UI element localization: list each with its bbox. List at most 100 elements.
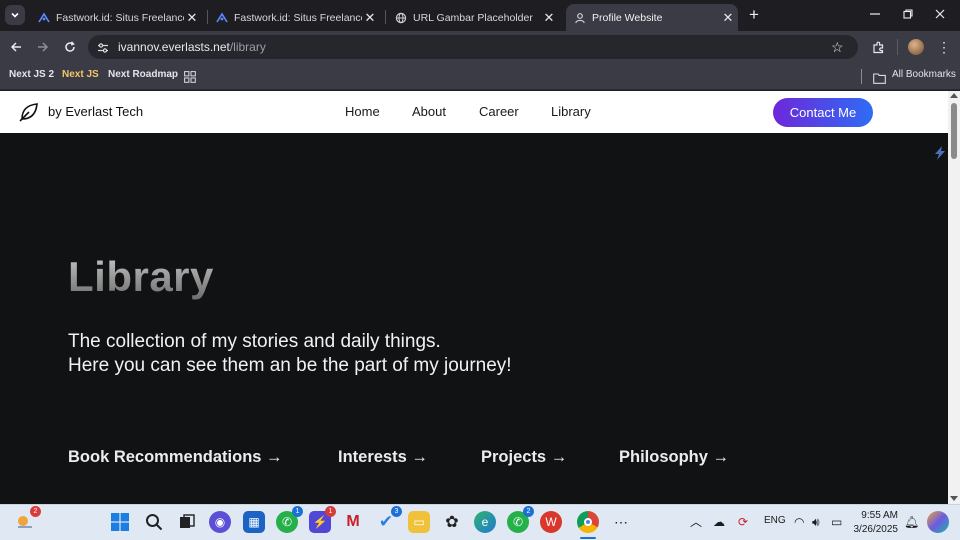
- browser-toolbar: ivannov.everlasts.net/library ☆ ⋮: [0, 31, 960, 63]
- scroll-thumb[interactable]: [951, 103, 957, 159]
- hero-title: Library: [68, 253, 214, 300]
- wifi-icon[interactable]: ◠: [794, 515, 804, 529]
- store-app-icon[interactable]: ▦: [243, 511, 265, 533]
- scroll-down-arrow-icon[interactable]: [950, 496, 958, 501]
- site-navbar: by Everlast Tech Home About Career Libra…: [0, 91, 948, 133]
- link-book-recommendations[interactable]: Book Recommendations →: [68, 448, 283, 467]
- profile-icon: [574, 12, 586, 24]
- lightning-extension-icon[interactable]: [932, 145, 948, 166]
- bookmark-next-roadmap[interactable]: Next Roadmap: [108, 69, 178, 80]
- bookmarks-bar: Next JS 2 Next JS Next Roadmap All Bookm…: [0, 63, 960, 90]
- chatgpt-icon[interactable]: ✿: [441, 511, 463, 533]
- brand-name[interactable]: by Everlast Tech: [48, 104, 143, 119]
- nav-home[interactable]: Home: [345, 104, 380, 119]
- forward-arrow-icon: [38, 42, 49, 52]
- leaf-logo-icon[interactable]: [19, 102, 39, 127]
- folder-icon: [873, 71, 886, 89]
- start-button[interactable]: [109, 511, 131, 533]
- whatsapp-business-icon[interactable]: ✆ 2: [507, 506, 534, 533]
- tab-title: URL Gambar Placeholder: [413, 11, 533, 24]
- contact-me-button[interactable]: Contact Me: [773, 98, 873, 127]
- taskbar-search-button[interactable]: [143, 511, 165, 533]
- fastwork-icon: [38, 11, 50, 24]
- tab-strip: Fastwork.id: Situs Freelance Onl ✕ Fastw…: [0, 0, 960, 31]
- new-tab-button[interactable]: +: [745, 5, 763, 25]
- scroll-up-arrow-icon[interactable]: [950, 93, 958, 98]
- nav-library[interactable]: Library: [551, 104, 591, 119]
- bookmark-star-icon[interactable]: ☆: [831, 39, 844, 56]
- volume-icon[interactable]: 🔊︎: [812, 515, 820, 530]
- windows-logo-icon: [111, 513, 129, 531]
- link-philosophy[interactable]: Philosophy →: [619, 448, 729, 467]
- minimize-button[interactable]: [866, 4, 884, 24]
- task-view-button[interactable]: [176, 511, 198, 533]
- address-bar[interactable]: ivannov.everlasts.net/library ☆: [88, 35, 858, 59]
- close-icon[interactable]: ✕: [184, 10, 200, 26]
- forward-button[interactable]: [31, 31, 55, 63]
- tab-fastwork-1[interactable]: Fastwork.id: Situs Freelance Onl ✕: [30, 4, 206, 31]
- tab-url-gambar[interactable]: URL Gambar Placeholder ✕: [387, 4, 563, 31]
- app-red-badge: 1: [325, 506, 336, 517]
- reload-button[interactable]: [58, 31, 82, 63]
- sync-icon[interactable]: ⟳: [738, 515, 748, 529]
- close-icon[interactable]: ✕: [541, 10, 557, 26]
- tab-search-button[interactable]: [5, 5, 25, 25]
- hero-subtitle-line-1: The collection of my stories and daily t…: [68, 331, 441, 352]
- nav-career[interactable]: Career: [479, 104, 519, 119]
- tab-title: Fastwork.id: Situs Freelance Onl: [56, 11, 184, 24]
- tray-chevron-up-icon[interactable]: ︿: [690, 513, 702, 530]
- page-scrollbar[interactable]: [948, 91, 960, 504]
- profile-avatar[interactable]: [904, 31, 928, 63]
- apps-grid-icon[interactable]: [184, 70, 196, 88]
- close-icon[interactable]: ✕: [720, 10, 736, 26]
- back-arrow-icon: [10, 42, 21, 52]
- tab-title: Profile Website: [592, 11, 663, 24]
- puzzle-icon: [872, 41, 883, 53]
- edge-icon[interactable]: e: [474, 511, 496, 533]
- globe-icon: [395, 12, 407, 24]
- chrome-icon[interactable]: [577, 511, 599, 533]
- bookmark-next-js[interactable]: Next JS: [62, 69, 99, 80]
- chat-app-icon[interactable]: ◉: [209, 511, 231, 533]
- link-interests[interactable]: Interests →: [338, 448, 428, 467]
- restore-button[interactable]: [899, 4, 917, 24]
- minimize-icon: [870, 13, 880, 15]
- todo-badge: 3: [391, 506, 402, 517]
- weather-widget[interactable]: 2: [14, 506, 41, 533]
- back-button[interactable]: [4, 31, 28, 63]
- fastwork-icon: [216, 11, 228, 24]
- nav-about[interactable]: About: [412, 104, 446, 119]
- clock-time[interactable]: 9:55 AM: [856, 510, 898, 521]
- bookmark-next-js-2[interactable]: Next JS 2: [9, 69, 54, 80]
- browser-menu-button[interactable]: ⋮: [932, 31, 956, 63]
- close-window-button[interactable]: [931, 4, 949, 24]
- whatsapp2-badge: 2: [523, 506, 534, 517]
- close-icon[interactable]: ✕: [362, 10, 378, 26]
- red-badge-app-icon[interactable]: ⚡ 1: [309, 506, 336, 533]
- battery-icon[interactable]: ▭: [831, 515, 842, 529]
- restore-icon: [903, 9, 913, 19]
- chevron-down-icon: [11, 12, 19, 18]
- tab-profile-website[interactable]: Profile Website ✕: [566, 4, 738, 31]
- whatsapp-icon[interactable]: ✆ 1: [276, 506, 303, 533]
- extensions-button[interactable]: [866, 31, 890, 63]
- notifications-bell-icon[interactable]: 🔔︎: [904, 515, 919, 529]
- site-settings-icon[interactable]: [97, 41, 109, 59]
- all-bookmarks-button[interactable]: All Bookmarks: [892, 69, 956, 80]
- more-apps-icon[interactable]: ⋯: [610, 511, 632, 533]
- copilot-icon[interactable]: [927, 511, 949, 533]
- url-path: /library: [229, 40, 266, 54]
- todo-icon[interactable]: ✔ 3: [375, 506, 402, 533]
- search-icon: [146, 514, 163, 531]
- avatar-icon: [908, 39, 924, 55]
- wps-office-icon[interactable]: W: [540, 511, 562, 533]
- link-projects[interactable]: Projects →: [481, 448, 567, 467]
- kebab-menu-icon: ⋮: [937, 39, 951, 55]
- onedrive-icon[interactable]: ☁: [713, 515, 725, 529]
- file-explorer-icon[interactable]: ▭: [408, 511, 430, 533]
- clock-date[interactable]: 3/26/2025: [849, 524, 899, 535]
- mcafee-icon[interactable]: M: [342, 511, 364, 533]
- tab-fastwork-2[interactable]: Fastwork.id: Situs Freelance Onl ✕: [208, 4, 384, 31]
- close-icon: [935, 9, 945, 19]
- language-indicator[interactable]: ENG: [764, 515, 786, 526]
